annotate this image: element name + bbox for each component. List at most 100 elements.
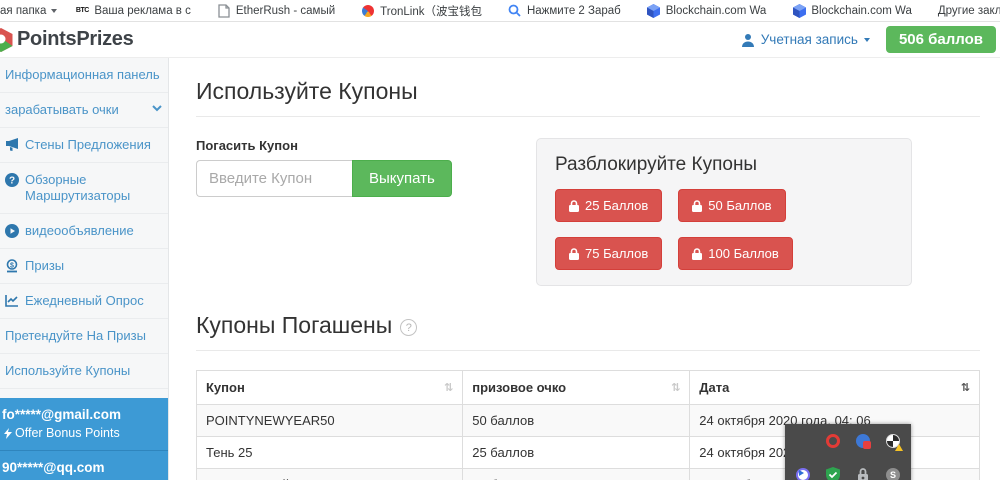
tray-sync-icon[interactable] xyxy=(855,433,871,449)
tray-keepass-lock-icon[interactable] xyxy=(855,467,871,480)
sidebar-item-video-ads[interactable]: видеообъявление xyxy=(0,214,168,249)
divider xyxy=(196,116,980,117)
caret-down-icon xyxy=(51,9,57,13)
unlock-button-label: 25 Баллов xyxy=(585,198,648,213)
sidebar-item-label: Информационная панель xyxy=(5,67,160,83)
play-circle-icon xyxy=(5,224,19,238)
sidebar-item-daily-poll[interactable]: Ежедневный Опрос xyxy=(0,284,168,319)
notification-bonus-offer[interactable]: 90*****@qq.com Offer Bonus Points xyxy=(0,450,168,480)
unlock-button-label: 75 Баллов xyxy=(585,246,648,261)
bookmark-folder-label: ая папка xyxy=(0,5,46,17)
account-menu[interactable]: Учетная запись xyxy=(741,32,870,47)
account-label: Учетная запись xyxy=(761,32,858,47)
notification-bonus-offer[interactable]: fo*****@gmail.com Offer Bonus Points xyxy=(0,398,168,450)
bookmark-folder[interactable]: ая папка xyxy=(0,5,57,17)
unlock-75-points-button[interactable]: 75 Баллов xyxy=(555,237,662,270)
document-icon xyxy=(217,4,231,18)
brand-name: PointsPrizes xyxy=(17,28,133,51)
unlock-coupons-title: Разблокируйте Купоны xyxy=(555,154,893,176)
cell-coupon: POINTYNEWYEAR50 xyxy=(197,405,463,437)
tray-notes-icon[interactable] xyxy=(795,433,811,449)
person-icon xyxy=(741,33,755,47)
unlock-coupons-panel: Разблокируйте Купоны 25 Баллов 50 Баллов… xyxy=(536,138,912,286)
pointsprizes-logo-icon xyxy=(0,27,13,53)
column-header-points[interactable]: призовое очко ⇅ xyxy=(463,371,690,405)
bookmark-item[interactable]: Blockchain.com Wa xyxy=(792,4,912,18)
tronlink-icon xyxy=(361,4,375,18)
site-header: PointsPrizes Учетная запись 506 баллов xyxy=(0,22,1000,58)
notification-email: fo*****@gmail.com xyxy=(2,406,160,423)
sort-icon[interactable]: ⇅ xyxy=(444,381,453,394)
question-circle-icon: ? xyxy=(5,173,19,187)
bookmark-label: EtherRush - самый xyxy=(236,5,335,17)
sidebar-item-claim-prizes[interactable]: Претендуйте На Призы xyxy=(0,319,168,354)
unlock-25-points-button[interactable]: 25 Баллов xyxy=(555,189,662,222)
sidebar-item-prizes[interactable]: $ Призы xyxy=(0,249,168,284)
brand-logo-link[interactable]: PointsPrizes xyxy=(0,27,133,53)
bookmark-label: TronLink（波宝钱包 xyxy=(380,3,482,19)
bookmark-label: Нажмите 2 Зараб xyxy=(527,5,621,17)
cell-points: 50 баллов xyxy=(463,405,690,437)
bookmark-label: Blockchain.com Wa xyxy=(666,5,767,17)
sidebar-item-offer-walls[interactable]: Стены Предложения xyxy=(0,128,168,163)
tray-opera-icon[interactable] xyxy=(825,433,841,449)
coupon-input[interactable] xyxy=(196,160,352,197)
bookmark-item[interactable]: EtherRush - самый xyxy=(217,4,335,18)
other-bookmarks-button[interactable]: Другие закладки xyxy=(938,5,1000,17)
sidebar-item-label: Обзорные Маршрутизаторы xyxy=(25,172,162,204)
lock-icon xyxy=(692,248,702,260)
sort-icon[interactable]: ⇅ xyxy=(671,381,680,394)
help-icon[interactable]: ? xyxy=(400,319,417,336)
tray-skype-icon[interactable]: S xyxy=(885,467,901,480)
points-balance-badge[interactable]: 506 баллов xyxy=(886,26,996,53)
tray-antivirus-shield-icon[interactable] xyxy=(825,467,841,480)
sort-desc-icon[interactable]: ⇅ xyxy=(961,381,970,394)
cell-coupon: Бесстрашный 50 xyxy=(197,469,463,480)
bookmark-label: Ваша реклама в с xyxy=(94,5,191,17)
blockchain-cube-icon xyxy=(647,4,661,18)
column-header-date[interactable]: Дата ⇅ xyxy=(690,371,980,405)
system-tray-popup: S xyxy=(785,424,911,480)
main-content: Используйте Купоны Погасить Купон Выкупа… xyxy=(169,58,1000,480)
unlock-50-points-button[interactable]: 50 Баллов xyxy=(678,189,785,222)
sidebar-item-survey-routers[interactable]: ? Обзорные Маршрутизаторы xyxy=(0,163,168,214)
cell-coupon: Тень 25 xyxy=(197,437,463,469)
divider xyxy=(196,350,980,351)
sidebar: Информационная панель зарабатывать очки … xyxy=(0,58,169,480)
sidebar-item-earn-points[interactable]: зарабатывать очки xyxy=(0,93,168,128)
tray-pie-shield-warning-icon[interactable] xyxy=(885,433,901,449)
caret-down-icon xyxy=(864,38,870,42)
sidebar-item-use-coupons[interactable]: Используйте Купоны xyxy=(0,354,168,389)
chevron-down-icon xyxy=(152,105,162,112)
svg-text:?: ? xyxy=(9,176,15,187)
notification-email: 90*****@qq.com xyxy=(2,459,160,476)
lightning-icon xyxy=(4,428,12,439)
sidebar-item-label: видеообъявление xyxy=(25,223,134,239)
redeemed-coupons-title: Купоны Погашены xyxy=(196,312,392,339)
redeem-button[interactable]: Выкупать xyxy=(352,160,452,197)
bookmark-item[interactable]: Нажмите 2 Зараб xyxy=(508,4,621,18)
tray-media-player-icon[interactable] xyxy=(795,467,811,480)
unlock-100-points-button[interactable]: 100 Баллов xyxy=(678,237,793,270)
bookmarks-bar: ая папка BTC Ваша реклама в с EtherRush … xyxy=(0,0,1000,22)
page: { "icons": { "sort": "⇅", "help": "?", "… xyxy=(0,0,1000,480)
unlock-button-label: 100 Баллов xyxy=(708,246,779,261)
bookmark-item[interactable]: Blockchain.com Wa xyxy=(647,4,767,18)
redeem-coupon-form: Погасить Купон Выкупать xyxy=(196,138,536,286)
megaphone-icon xyxy=(5,138,19,151)
unlock-button-label: 50 Баллов xyxy=(708,198,771,213)
bookmark-label: Blockchain.com Wa xyxy=(811,5,912,17)
bookmark-item[interactable]: BTC Ваша реклама в с xyxy=(75,4,191,18)
chart-icon xyxy=(5,294,19,307)
sidebar-item-dashboard[interactable]: Информационная панель xyxy=(0,58,168,93)
other-bookmarks-label: Другие закладки xyxy=(938,5,1000,17)
lock-icon xyxy=(569,200,579,212)
btc-icon: BTC xyxy=(75,4,89,18)
cell-points: 25 баллов xyxy=(463,437,690,469)
cell-points: 50 баллов xyxy=(463,469,690,480)
bookmark-item[interactable]: TronLink（波宝钱包 xyxy=(361,3,482,19)
column-header-coupon[interactable]: Купон ⇅ xyxy=(197,371,463,405)
svg-text:$: $ xyxy=(10,262,14,269)
redeem-coupon-label: Погасить Купон xyxy=(196,138,536,153)
lock-icon xyxy=(569,248,579,260)
